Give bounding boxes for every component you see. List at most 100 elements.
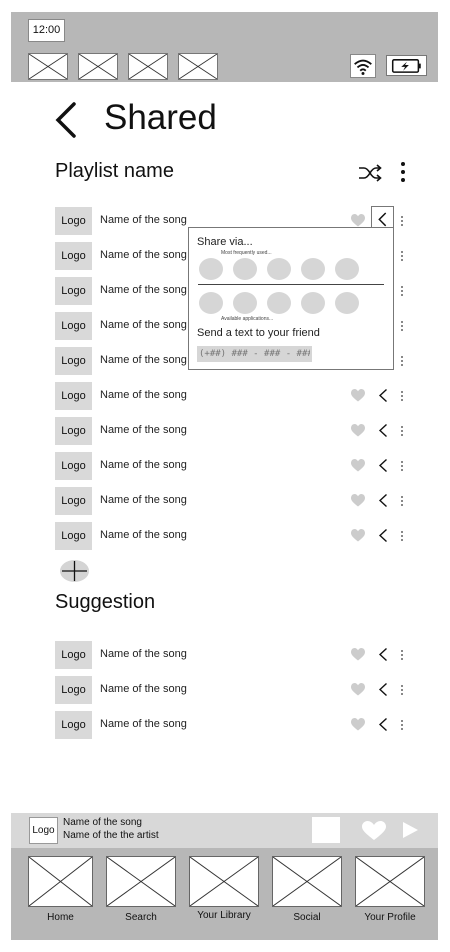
song-logo: Logo	[55, 382, 92, 410]
song-more-button[interactable]	[400, 683, 404, 697]
song-more-button[interactable]	[400, 494, 404, 508]
song-row[interactable]: Logo Name of the song	[55, 452, 415, 480]
share-button[interactable]	[377, 458, 389, 473]
song-row[interactable]: Logo Name of the song	[55, 676, 415, 704]
tab-your-library[interactable]: Your Library	[189, 848, 259, 940]
more-vertical-icon	[401, 426, 403, 436]
image-placeholder	[106, 856, 176, 907]
song-more-button[interactable]	[400, 284, 404, 298]
like-button[interactable]	[351, 529, 365, 542]
wifi-icon	[350, 54, 376, 78]
play-button[interactable]	[401, 821, 419, 839]
song-logo: Logo	[55, 711, 92, 739]
image-placeholder	[128, 53, 168, 80]
song-title: Name of the song	[100, 389, 187, 401]
song-more-button[interactable]	[400, 459, 404, 473]
heart-icon	[351, 389, 365, 402]
playlist-more-button[interactable]	[397, 161, 409, 183]
image-placeholder	[78, 53, 118, 80]
tab-home[interactable]: Home	[28, 848, 93, 940]
song-more-button[interactable]	[400, 214, 404, 228]
popup-divider	[198, 284, 384, 285]
song-row[interactable]: Logo Name of the song	[55, 417, 415, 445]
tab-label: Home	[47, 912, 74, 923]
status-time: 12:00	[28, 19, 65, 42]
suggestion-title: Suggestion	[55, 591, 156, 613]
share-icon	[378, 682, 387, 697]
now-playing-like-button[interactable]	[362, 821, 386, 841]
share-icon	[378, 458, 387, 473]
add-song-button[interactable]	[60, 560, 89, 582]
song-row[interactable]: Logo Name of the song	[55, 522, 415, 550]
song-logo: Logo	[55, 522, 92, 550]
tab-your-profile[interactable]: Your Profile	[355, 848, 425, 940]
frequent-app-icon[interactable]	[335, 258, 359, 280]
song-more-button[interactable]	[400, 249, 404, 263]
more-vertical-icon	[401, 685, 403, 695]
share-button[interactable]	[377, 423, 389, 438]
share-icon	[378, 647, 387, 662]
like-button[interactable]	[351, 424, 365, 437]
tab-search[interactable]: Search	[106, 848, 176, 940]
now-playing-logo: Logo	[29, 817, 58, 844]
frequent-app-icon[interactable]	[267, 258, 291, 280]
available-app-icon[interactable]	[267, 292, 291, 314]
shuffle-button[interactable]	[358, 164, 382, 182]
tab-social[interactable]: Social	[272, 848, 342, 940]
like-button[interactable]	[351, 718, 365, 731]
available-apps-caption: Available applications...	[221, 316, 274, 322]
phone-number-field[interactable]	[197, 346, 312, 362]
frequent-app-icon[interactable]	[301, 258, 325, 280]
share-button[interactable]	[377, 647, 389, 662]
share-button[interactable]	[377, 388, 389, 403]
available-app-icon[interactable]	[335, 292, 359, 314]
now-playing-bar[interactable]: Logo Name of the song Name of the the ar…	[11, 813, 438, 848]
available-app-icon[interactable]	[199, 292, 223, 314]
more-vertical-icon	[401, 650, 403, 660]
frequent-app-icon[interactable]	[199, 258, 223, 280]
like-button[interactable]	[351, 648, 365, 661]
song-more-button[interactable]	[400, 718, 404, 732]
song-row[interactable]: Logo Name of the song	[55, 641, 415, 669]
now-playing-artist: Name of the the artist	[63, 830, 159, 841]
play-icon	[403, 822, 418, 838]
song-row[interactable]: Logo Name of the song	[55, 382, 415, 410]
share-button[interactable]	[377, 682, 389, 697]
song-title: Name of the song	[100, 459, 187, 471]
more-vertical-icon	[401, 321, 403, 331]
song-more-button[interactable]	[400, 354, 404, 368]
song-logo: Logo	[55, 641, 92, 669]
song-logo: Logo	[55, 676, 92, 704]
share-icon	[378, 423, 387, 438]
share-button[interactable]	[377, 717, 389, 732]
song-more-button[interactable]	[400, 389, 404, 403]
frequent-app-icon[interactable]	[233, 258, 257, 280]
song-logo: Logo	[55, 417, 92, 445]
like-button[interactable]	[351, 389, 365, 402]
song-title: Name of the song	[100, 214, 187, 226]
song-more-button[interactable]	[400, 319, 404, 333]
song-more-button[interactable]	[400, 529, 404, 543]
available-app-icon[interactable]	[233, 292, 257, 314]
like-button[interactable]	[351, 214, 365, 227]
available-app-icon[interactable]	[301, 292, 325, 314]
song-row[interactable]: Logo Name of the song	[55, 711, 415, 739]
like-button[interactable]	[351, 459, 365, 472]
heart-icon	[351, 718, 365, 731]
song-logo: Logo	[55, 207, 92, 235]
share-button[interactable]	[377, 493, 389, 508]
like-button[interactable]	[351, 683, 365, 696]
song-logo: Logo	[55, 277, 92, 305]
share-button[interactable]	[377, 528, 389, 543]
like-button[interactable]	[351, 494, 365, 507]
send-text-label: Send a text to your friend	[197, 327, 320, 339]
song-logo: Logo	[55, 242, 92, 270]
song-more-button[interactable]	[400, 648, 404, 662]
share-icon	[378, 388, 387, 403]
back-button[interactable]	[52, 100, 82, 140]
song-more-button[interactable]	[400, 424, 404, 438]
more-vertical-icon	[401, 391, 403, 401]
song-title: Name of the song	[100, 354, 187, 366]
chevron-left-icon	[55, 102, 76, 138]
song-row[interactable]: Logo Name of the song	[55, 487, 415, 515]
